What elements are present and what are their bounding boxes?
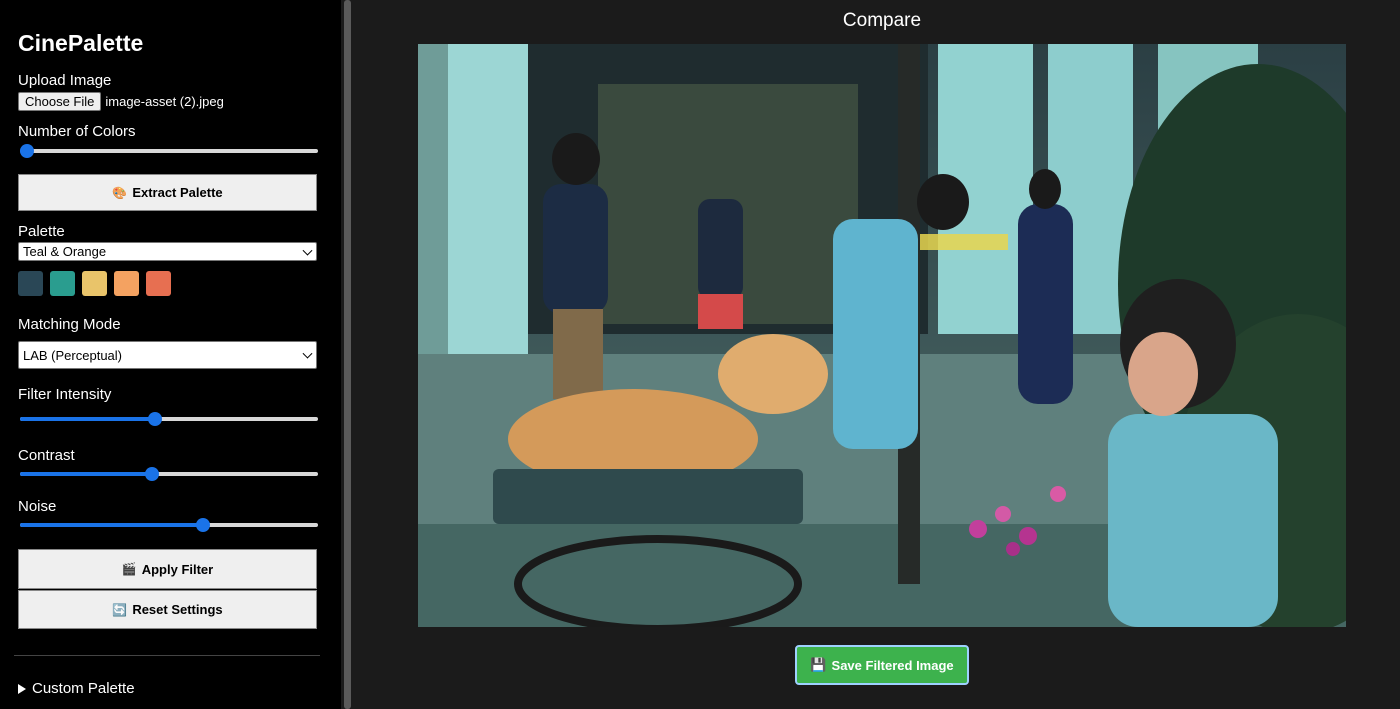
custom-palette-toggle[interactable]: Custom Palette xyxy=(18,680,135,697)
floppy-disk-icon: 💾 xyxy=(810,657,827,672)
filter-intensity-label: Filter Intensity xyxy=(18,386,112,403)
disclosure-triangle-icon xyxy=(18,683,26,694)
slider-thumb[interactable] xyxy=(144,467,159,481)
filtered-image-preview[interactable] xyxy=(418,44,1346,627)
extract-palette-button[interactable]: 🎨 Extract Palette xyxy=(18,174,317,211)
palette-label: Palette xyxy=(18,223,65,240)
panel-splitter[interactable] xyxy=(341,0,357,709)
color-swatch[interactable] xyxy=(114,271,139,296)
color-swatch[interactable] xyxy=(82,271,107,296)
matching-mode-select[interactable]: LAB (Perceptual) xyxy=(18,341,317,369)
chevron-down-icon xyxy=(302,245,313,256)
extract-palette-label: Extract Palette xyxy=(132,185,223,200)
refresh-icon: 🔄 xyxy=(112,602,128,617)
filter-intensity-slider[interactable] xyxy=(20,411,318,427)
sidebar: CinePalette Upload Image Choose File ima… xyxy=(0,0,341,709)
palette-icon: 🎨 xyxy=(112,185,128,200)
contrast-slider[interactable] xyxy=(20,466,318,482)
matching-mode-label: Matching Mode xyxy=(18,316,121,333)
reset-settings-label: Reset Settings xyxy=(132,602,223,617)
number-of-colors-label: Number of Colors xyxy=(18,123,136,140)
palette-select[interactable]: Teal & Orange xyxy=(18,242,317,261)
file-input[interactable]: Choose File image-asset (2).jpeg xyxy=(18,91,224,111)
save-filtered-image-button[interactable]: 💾 Save Filtered Image xyxy=(795,645,969,685)
color-swatch[interactable] xyxy=(18,271,43,296)
upload-label: Upload Image xyxy=(18,72,112,89)
divider xyxy=(14,655,320,656)
noise-label: Noise xyxy=(18,498,57,515)
color-swatch[interactable] xyxy=(50,271,75,296)
palette-select-value: Teal & Orange xyxy=(23,244,107,259)
chevron-down-icon xyxy=(302,348,313,359)
number-of-colors-slider[interactable] xyxy=(20,143,318,159)
apply-filter-label: Apply Filter xyxy=(141,561,214,577)
choose-file-button[interactable]: Choose File xyxy=(18,91,102,111)
slider-thumb[interactable] xyxy=(20,144,34,158)
splitter-handle[interactable] xyxy=(344,0,351,709)
file-name: image-asset (2).jpeg xyxy=(105,93,224,109)
slider-thumb[interactable] xyxy=(196,518,211,532)
slider-thumb[interactable] xyxy=(147,412,162,426)
reset-settings-button[interactable]: 🔄 Reset Settings xyxy=(18,590,317,629)
filtered-photo-illustration xyxy=(418,44,1346,627)
compare-title: Compare xyxy=(842,10,922,31)
save-filtered-image-label: Save Filtered Image xyxy=(831,657,954,673)
contrast-label: Contrast xyxy=(18,447,75,464)
palette-swatches xyxy=(18,271,171,296)
color-swatch[interactable] xyxy=(146,271,171,296)
app-title: CinePalette xyxy=(18,30,144,56)
custom-palette-label: Custom Palette xyxy=(32,680,135,697)
noise-slider[interactable] xyxy=(20,517,318,533)
clapperboard-icon: 🎬 xyxy=(121,562,137,576)
matching-mode-value: LAB (Perceptual) xyxy=(23,347,122,363)
apply-filter-button[interactable]: 🎬 Apply Filter xyxy=(18,549,317,589)
